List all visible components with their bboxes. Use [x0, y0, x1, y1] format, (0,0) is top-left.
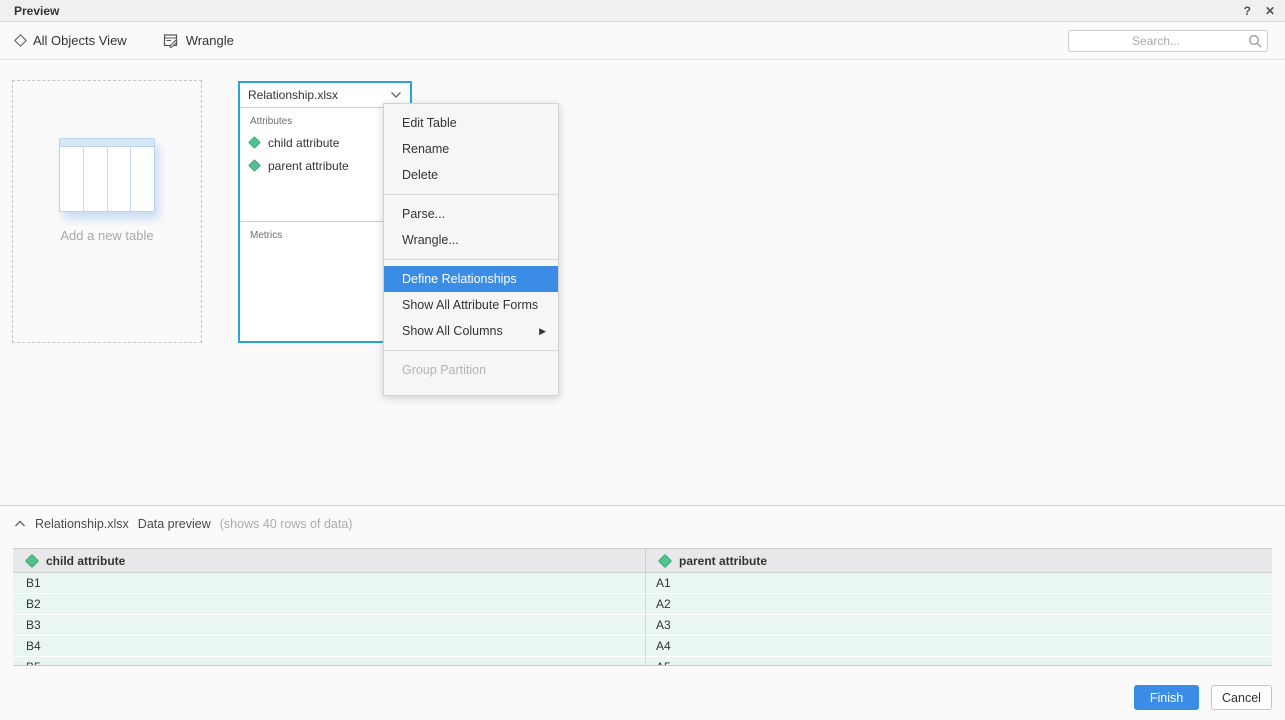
attribute-icon	[25, 553, 39, 567]
menu-group: Define Relationships Show All Attribute F…	[384, 259, 558, 350]
table-cell: A3	[646, 615, 1272, 635]
titlebar-icons: ? ✕	[1244, 0, 1275, 22]
menu-item-label: Define Relationships	[402, 272, 517, 286]
preview-table-name: Relationship.xlsx	[35, 517, 129, 531]
data-table-header-row: child attribute parent attribute	[13, 549, 1272, 573]
table-cell: B3	[13, 615, 646, 635]
canvas: Add a new table Relationship.xlsx Attrib…	[0, 60, 1285, 505]
menu-item-label: Show All Attribute Forms	[402, 298, 538, 312]
table-card-title: Relationship.xlsx	[248, 88, 338, 102]
chevron-down-icon	[390, 91, 402, 99]
attribute-icon	[248, 159, 261, 172]
submenu-arrow-icon: ▶	[539, 318, 546, 344]
attribute-label: parent attribute	[268, 159, 349, 173]
preview-window: Preview ? ✕ All Objects View Wrangle	[0, 0, 1285, 720]
menu-item-label: Edit Table	[402, 116, 457, 130]
title-bar: Preview ? ✕	[0, 0, 1285, 22]
table-cell: B2	[13, 594, 646, 614]
attribute-label: child attribute	[268, 136, 339, 150]
table-row: B3A3	[13, 615, 1272, 636]
menu-item-label: Wrangle...	[402, 233, 459, 247]
menu-item-label: Show All Columns	[402, 324, 503, 338]
table-row: B2A2	[13, 594, 1272, 615]
column-header-child-attribute[interactable]: child attribute	[13, 549, 646, 572]
table-cell: A4	[646, 636, 1272, 656]
add-table-label: Add a new table	[60, 228, 153, 243]
table-cell: A5	[646, 657, 1272, 666]
menu-item-delete[interactable]: Delete	[384, 162, 558, 188]
help-icon[interactable]: ?	[1244, 0, 1251, 22]
add-table-dropzone[interactable]: Add a new table	[12, 80, 202, 343]
data-preview-header: Relationship.xlsx Data preview (shows 40…	[14, 517, 352, 531]
menu-item-define-relationships[interactable]: Define Relationships	[384, 266, 558, 292]
cancel-button[interactable]: Cancel	[1211, 685, 1272, 710]
wrangle-icon	[163, 33, 178, 48]
menu-item-label: Delete	[402, 168, 438, 182]
menu-item-show-all-attribute-forms[interactable]: Show All Attribute Forms	[384, 292, 558, 318]
menu-group: Parse... Wrangle...	[384, 194, 558, 259]
finish-button[interactable]: Finish	[1134, 685, 1199, 710]
table-row: B1A1	[13, 573, 1272, 594]
chevron-up-icon	[14, 520, 26, 528]
attribute-icon	[248, 136, 261, 149]
column-header-parent-attribute[interactable]: parent attribute	[646, 549, 1272, 572]
table-cell: A2	[646, 594, 1272, 614]
table-cell: B1	[13, 573, 646, 593]
table-cell: A1	[646, 573, 1272, 593]
column-header-label: child attribute	[46, 554, 125, 568]
preview-section-label: Data preview	[138, 517, 211, 531]
column-header-label: parent attribute	[679, 554, 767, 568]
menu-item-edit-table[interactable]: Edit Table	[384, 110, 558, 136]
wrangle-button[interactable]: Wrangle	[163, 33, 234, 48]
menu-item-group-partition: Group Partition	[384, 357, 558, 383]
menu-item-label: Parse...	[402, 207, 445, 221]
search-input[interactable]	[1069, 31, 1243, 51]
menu-item-parse[interactable]: Parse...	[384, 201, 558, 227]
table-context-menu: Edit Table Rename Delete Parse... Wrangle...…	[383, 103, 559, 396]
table-row: B4A4	[13, 636, 1272, 657]
all-objects-view-label: All Objects View	[33, 33, 127, 48]
diamond-outline-icon	[14, 34, 27, 47]
data-table-body: B1A1B2A2B3A3B4A4B5A5	[13, 573, 1272, 666]
menu-item-label: Rename	[402, 142, 449, 156]
menu-group: Edit Table Rename Delete	[384, 104, 558, 194]
menu-item-label: Group Partition	[402, 363, 486, 377]
attribute-icon	[658, 553, 672, 567]
wrangle-label: Wrangle	[186, 33, 234, 48]
data-preview-table: child attribute parent attribute B1A1B2A2…	[13, 548, 1272, 666]
data-preview-panel: Relationship.xlsx Data preview (shows 40…	[0, 506, 1285, 720]
search-box	[1068, 30, 1268, 52]
table-cell: B4	[13, 636, 646, 656]
all-objects-view-button[interactable]: All Objects View	[16, 33, 127, 48]
toolbar: All Objects View Wrangle	[0, 22, 1285, 60]
preview-rows-note: (shows 40 rows of data)	[220, 517, 353, 531]
table-cell: B5	[13, 657, 646, 666]
menu-group: Group Partition	[384, 350, 558, 395]
search-icon[interactable]	[1243, 34, 1267, 48]
table-row: B5A5	[13, 657, 1272, 666]
menu-item-wrangle[interactable]: Wrangle...	[384, 227, 558, 253]
menu-item-rename[interactable]: Rename	[384, 136, 558, 162]
window-title: Preview	[14, 4, 59, 18]
close-icon[interactable]: ✕	[1265, 0, 1275, 22]
table-icon	[59, 138, 155, 212]
collapse-preview-button[interactable]	[14, 520, 26, 528]
menu-item-show-all-columns[interactable]: Show All Columns ▶	[384, 318, 558, 344]
